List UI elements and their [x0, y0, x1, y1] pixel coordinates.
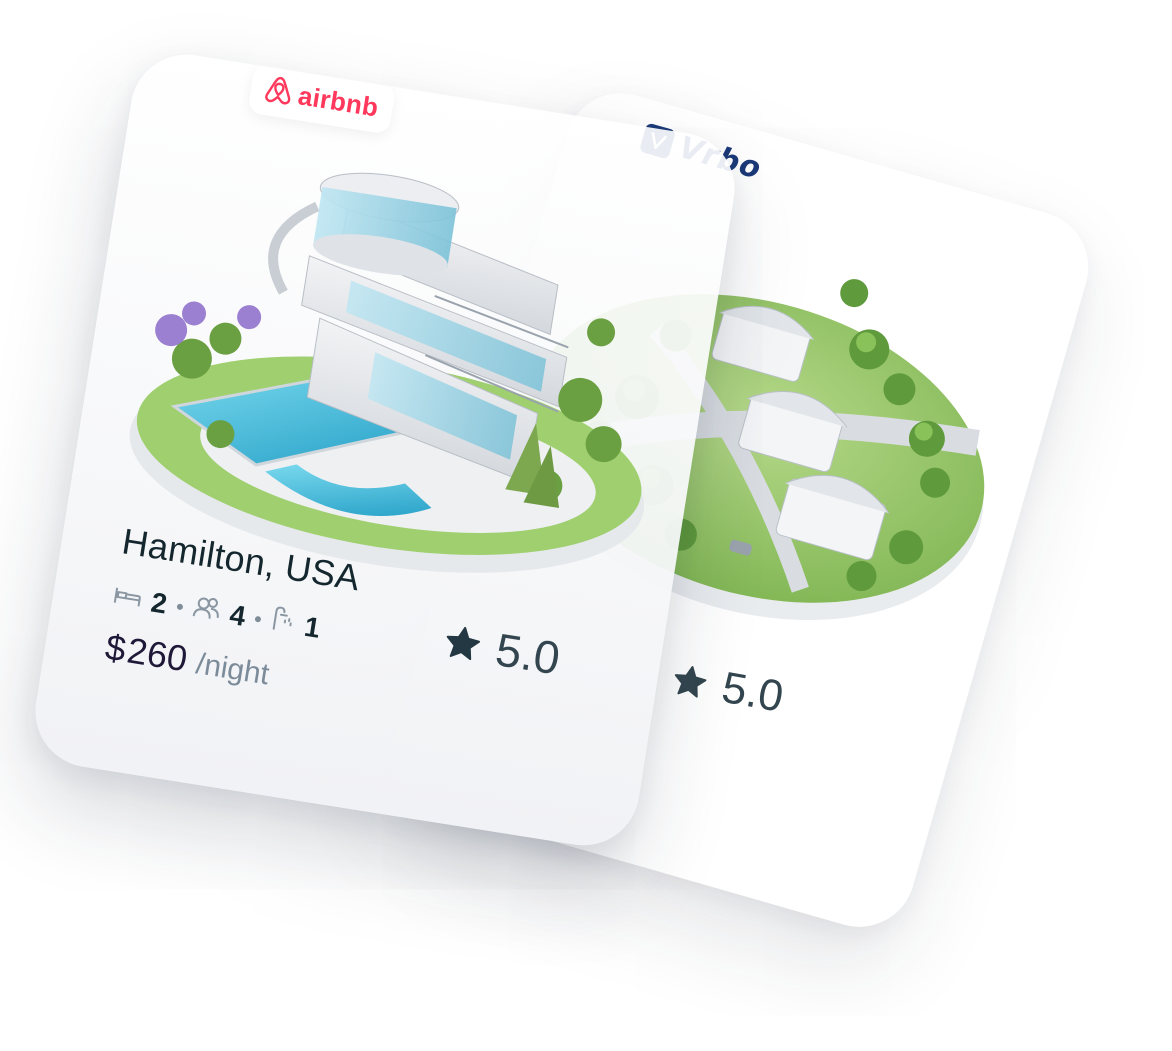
star-icon — [440, 621, 486, 667]
rating-vrbo: 5.0 — [667, 654, 787, 723]
baths-count: 1 — [302, 610, 323, 644]
amenity-beds: 2 — [111, 580, 169, 620]
price-unit: /night — [193, 647, 272, 692]
bath-icon — [268, 604, 297, 640]
rating-value: 5.0 — [718, 662, 787, 722]
rating-value: 5.0 — [492, 623, 564, 685]
price-value: 260 — [124, 629, 191, 680]
bed-icon — [111, 580, 144, 616]
star-icon — [668, 660, 712, 704]
promo-stage: Vrbo — [0, 0, 1172, 1051]
separator-dot — [176, 602, 184, 610]
airbnb-wordmark: airbnb — [296, 79, 381, 123]
beds-count: 2 — [149, 586, 170, 620]
separator-dot — [254, 615, 262, 623]
guests-icon — [190, 593, 223, 629]
amenity-baths: 1 — [268, 604, 323, 644]
airbnb-logo-icon — [262, 73, 295, 111]
amenity-guests: 4 — [190, 593, 248, 633]
guests-count: 4 — [227, 598, 248, 632]
listing-card-airbnb[interactable]: airbnb Hamilton, USA 2 4 1 $ 260 /night … — [27, 46, 743, 854]
